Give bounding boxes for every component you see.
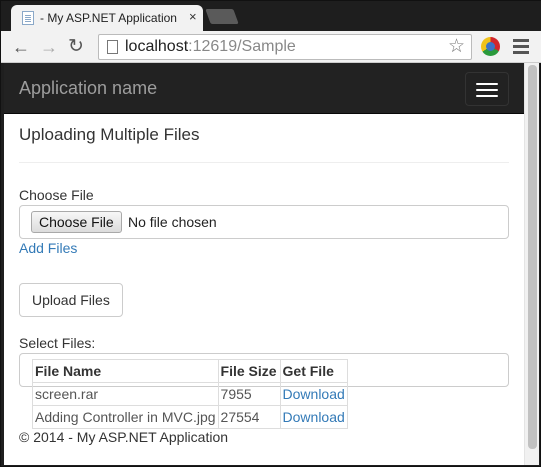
select-files-label: Select Files: — [19, 335, 96, 351]
vertical-scrollbar[interactable] — [524, 63, 539, 465]
menu-icon[interactable] — [513, 39, 529, 55]
page-icon — [107, 40, 118, 54]
page-title: Uploading Multiple Files — [19, 125, 200, 144]
page-viewport: Application name Uploading Multiple File… — [4, 63, 539, 465]
site-navbar: Application name — [4, 63, 524, 114]
table-row: Adding Controller in MVC.jpg 27554 Downl… — [32, 405, 348, 429]
tab-title: - My ASP.NET Application — [40, 11, 177, 25]
file-name-cell: screen.rar — [32, 382, 219, 406]
column-header-file-size: File Size — [217, 359, 281, 383]
file-size-cell: 27554 — [217, 405, 281, 429]
browser-tab[interactable]: - My ASP.NET Application × — [11, 5, 203, 31]
hamburger-bar-icon — [476, 95, 498, 97]
hamburger-bar-icon — [476, 83, 498, 85]
file-name-cell: Adding Controller in MVC.jpg — [32, 405, 219, 429]
no-file-chosen-text: No file chosen — [128, 214, 217, 230]
download-link[interactable]: Download — [283, 386, 345, 402]
column-header-file-name: File Name — [32, 359, 219, 383]
download-link[interactable]: Download — [283, 409, 345, 425]
upload-files-button[interactable]: Upload Files — [19, 283, 123, 317]
url-text[interactable]: localhost:12619/Sample — [125, 38, 296, 56]
extension-icon[interactable] — [481, 37, 500, 56]
new-tab-button[interactable] — [205, 9, 239, 24]
files-table: File Name File Size Get File screen.rar … — [32, 359, 348, 429]
browser-window: - My ASP.NET Application × ← → ↻ localho… — [0, 0, 541, 467]
scrollbar-thumb[interactable] — [528, 65, 537, 449]
reload-icon[interactable]: ↻ — [65, 36, 87, 58]
browser-toolbar: ← → ↻ localhost:12619/Sample ☆ — [1, 31, 541, 63]
get-file-cell: Download — [279, 382, 348, 406]
navbar-toggle-button[interactable] — [465, 72, 509, 106]
choose-file-label: Choose File — [19, 187, 94, 203]
url-path: :12619/Sample — [188, 38, 296, 55]
table-row: screen.rar 7955 Download — [32, 382, 348, 406]
column-header-get-file: Get File — [279, 359, 348, 383]
navbar-brand[interactable]: Application name — [19, 78, 157, 99]
footer-text: © 2014 - My ASP.NET Application — [19, 429, 229, 445]
file-input-group: Choose File No file chosen — [19, 205, 509, 239]
close-tab-icon[interactable]: × — [189, 9, 197, 25]
get-file-cell: Download — [279, 405, 348, 429]
add-files-link[interactable]: Add Files — [19, 240, 77, 256]
table-header-row: File Name File Size Get File — [32, 359, 348, 383]
url-host: localhost — [125, 38, 189, 55]
tab-strip: - My ASP.NET Application × — [1, 1, 541, 31]
hamburger-bar-icon — [476, 89, 498, 91]
back-arrow-icon[interactable]: ← — [10, 36, 32, 58]
page-favicon-icon — [22, 11, 34, 25]
address-bar[interactable]: localhost:12619/Sample ☆ — [98, 34, 472, 60]
forward-arrow-icon[interactable]: → — [38, 36, 60, 58]
file-size-cell: 7955 — [217, 382, 281, 406]
bookmark-star-icon[interactable]: ☆ — [448, 35, 465, 58]
divider — [19, 162, 509, 163]
choose-file-button[interactable]: Choose File — [31, 211, 122, 233]
